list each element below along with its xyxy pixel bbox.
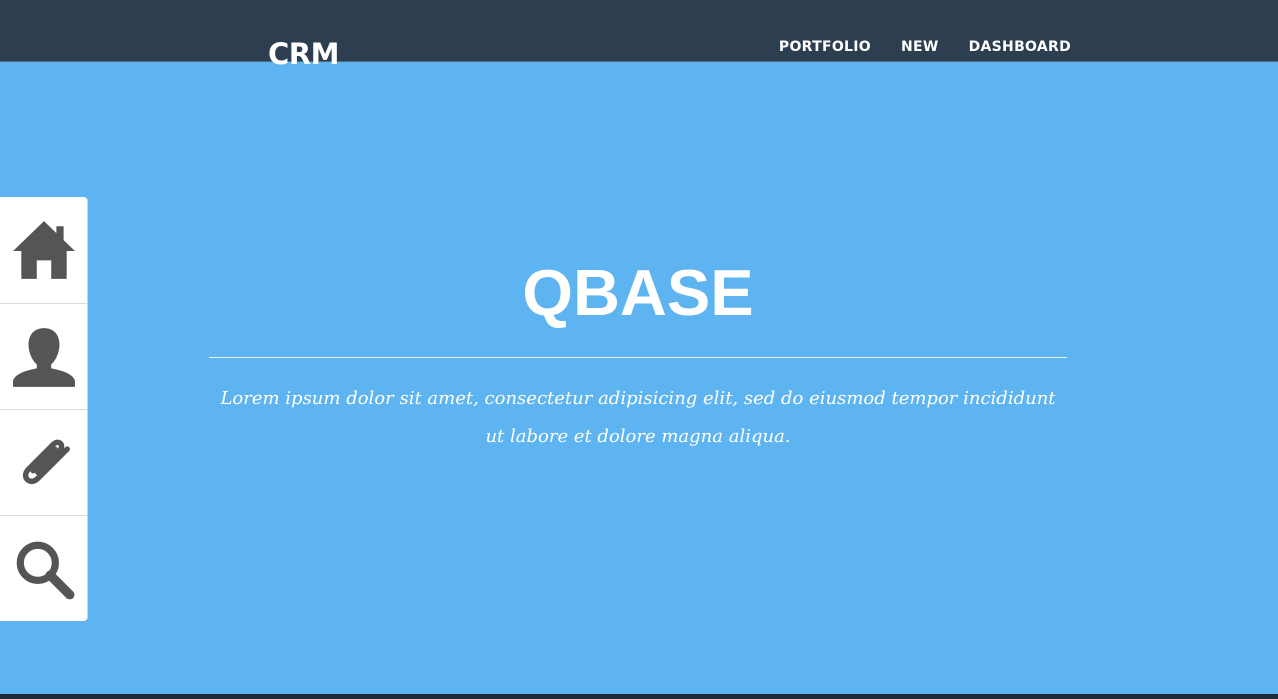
hero-title: QBASE: [522, 256, 754, 329]
hero-divider: [209, 357, 1067, 358]
side-menu: [0, 197, 87, 621]
bottom-edge: [0, 694, 1278, 699]
user-icon: [12, 328, 75, 387]
home-icon: [12, 221, 75, 279]
main-nav: PORTFOLIO NEW DASHBOARD: [779, 38, 1071, 56]
side-menu-search[interactable]: [0, 515, 87, 622]
side-menu-attachments[interactable]: [0, 409, 87, 516]
paperclip-icon: [22, 439, 70, 485]
nav-link-new[interactable]: NEW: [901, 38, 939, 56]
nav-link-portfolio[interactable]: PORTFOLIO: [779, 38, 871, 56]
search-icon: [16, 541, 74, 600]
nav-link-dashboard[interactable]: DASHBOARD: [969, 38, 1071, 56]
hero-subtitle: Lorem ipsum dolor sit amet, consectetur …: [220, 388, 1056, 447]
side-menu-home[interactable]: [0, 197, 87, 303]
side-menu-user[interactable]: [0, 303, 87, 410]
top-navbar: CRM PORTFOLIO NEW DASHBOARD: [0, 0, 1278, 71]
brand-logo[interactable]: CRM: [268, 36, 339, 72]
